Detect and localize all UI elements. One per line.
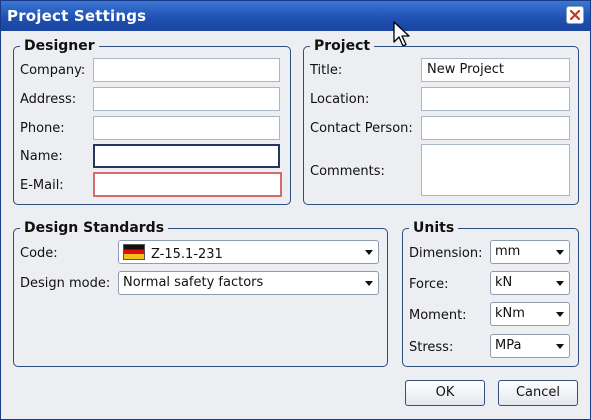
chevron-down-icon (556, 281, 564, 286)
contact-person-field[interactable] (421, 116, 570, 140)
title-label: Title: (310, 63, 343, 78)
force-value: kN (495, 275, 513, 290)
chevron-down-icon (365, 281, 373, 286)
designer-legend: Designer (24, 38, 95, 54)
code-select[interactable]: Z-15.1-231 (118, 240, 379, 264)
design-mode-select[interactable]: Normal safety factors (118, 271, 379, 295)
moment-label: Moment: (409, 308, 467, 323)
force-label: Force: (409, 277, 449, 292)
name-field[interactable] (93, 144, 280, 168)
close-button[interactable] (566, 6, 584, 24)
email-field[interactable] (93, 172, 282, 197)
dialog-title: Project Settings (7, 7, 147, 25)
flag-icon (123, 244, 145, 260)
code-value: Z-15.1-231 (151, 247, 223, 262)
name-label: Name: (20, 149, 63, 164)
contact-person-label: Contact Person: (310, 121, 413, 136)
design-mode-value: Normal safety factors (123, 275, 264, 290)
close-icon (570, 10, 580, 20)
units-legend: Units (413, 220, 455, 236)
chevron-down-icon (365, 250, 373, 255)
cancel-button[interactable]: Cancel (498, 380, 578, 406)
email-label: E-Mail: (20, 178, 64, 193)
dimension-value: mm (495, 244, 521, 259)
chevron-down-icon (556, 250, 564, 255)
dimension-select[interactable]: mm (490, 240, 570, 264)
phone-label: Phone: (20, 121, 65, 136)
ok-button[interactable]: OK (405, 380, 485, 406)
company-label: Company: (20, 63, 86, 78)
comments-field[interactable] (421, 144, 570, 196)
design-standards-legend: Design Standards (24, 220, 165, 236)
moment-select[interactable]: kNm (490, 302, 570, 326)
title-bar[interactable]: Project Settings (1, 1, 590, 31)
phone-field[interactable] (93, 116, 280, 140)
code-label: Code: (20, 246, 58, 261)
company-field[interactable] (93, 58, 280, 82)
location-label: Location: (310, 92, 370, 107)
location-field[interactable] (421, 87, 570, 111)
address-label: Address: (20, 92, 77, 107)
stress-select[interactable]: MPa (490, 334, 570, 358)
chevron-down-icon (556, 344, 564, 349)
comments-label: Comments: (310, 164, 385, 179)
project-settings-dialog: Project Settings Designer Company: Addre… (0, 0, 591, 420)
force-select[interactable]: kN (490, 271, 570, 295)
design-mode-label: Design mode: (20, 276, 111, 291)
project-legend: Project (314, 38, 371, 54)
dimension-label: Dimension: (409, 246, 483, 261)
stress-value: MPa (495, 338, 522, 353)
address-field[interactable] (93, 87, 280, 111)
chevron-down-icon (556, 312, 564, 317)
stress-label: Stress: (409, 340, 454, 355)
moment-value: kNm (495, 306, 525, 321)
title-field[interactable]: New Project (421, 58, 570, 82)
